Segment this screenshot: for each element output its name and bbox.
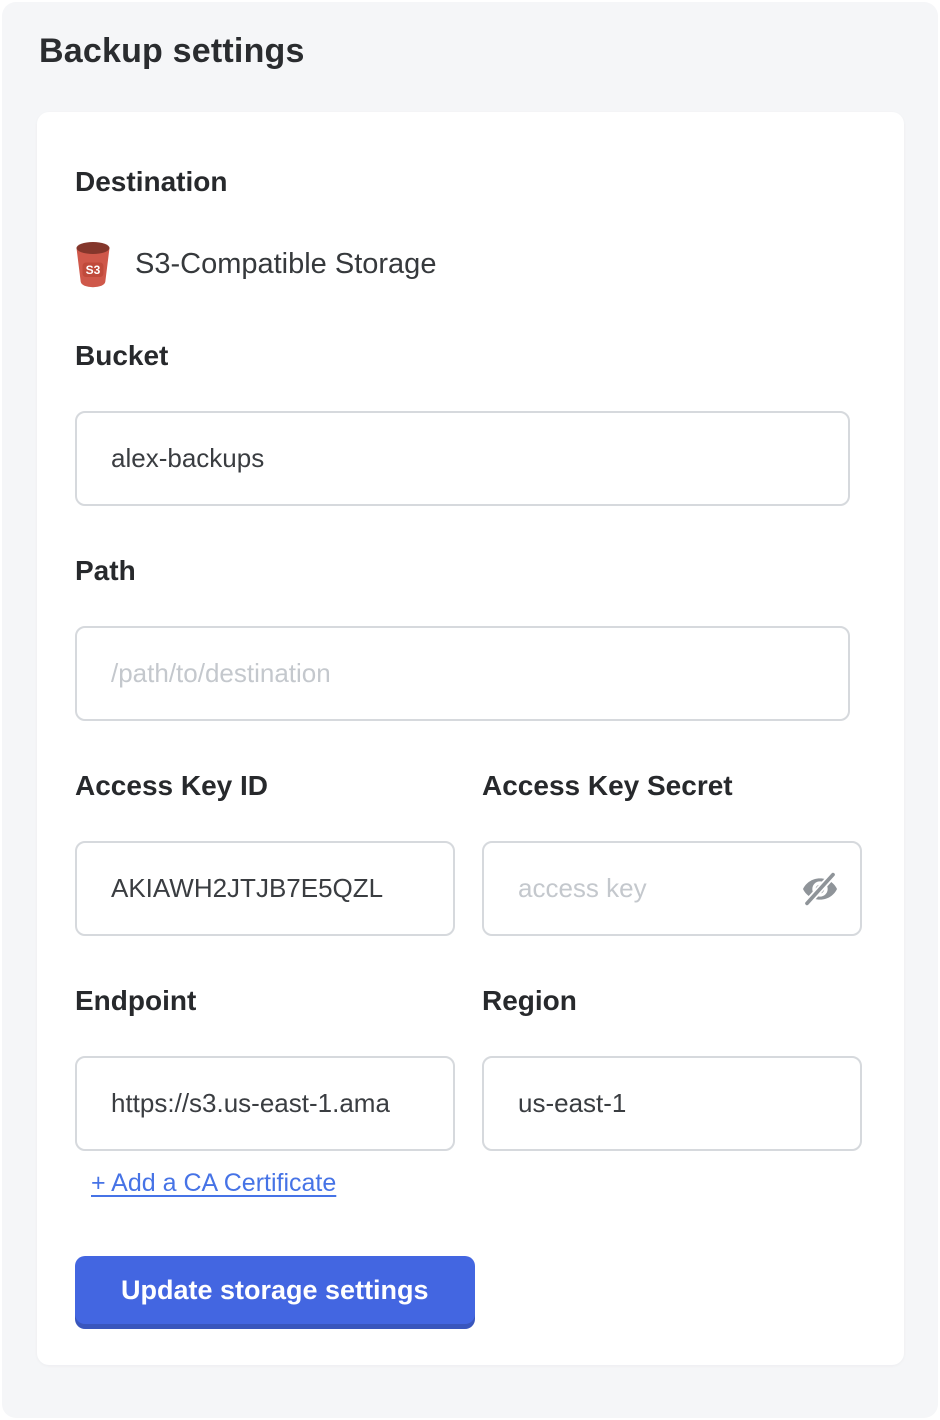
access-key-id-input[interactable] <box>75 841 455 936</box>
update-storage-settings-button[interactable]: Update storage settings <box>75 1256 475 1324</box>
endpoint-input[interactable] <box>75 1056 455 1151</box>
region-input[interactable] <box>482 1056 862 1151</box>
access-key-id-label: Access Key ID <box>75 771 455 801</box>
page-title: Backup settings <box>39 32 305 71</box>
path-input[interactable] <box>75 626 850 721</box>
region-label: Region <box>482 986 862 1016</box>
region-field: Region <box>482 936 862 1151</box>
eye-off-icon[interactable] <box>800 869 840 909</box>
endpoint-region-row: Endpoint Region <box>75 936 862 1151</box>
bucket-input[interactable] <box>75 411 850 506</box>
s3-badge-text: S3 <box>86 263 101 277</box>
access-key-secret-field: Access Key Secret <box>482 721 862 936</box>
destination-value: S3-Compatible Storage <box>135 248 436 281</box>
add-ca-certificate-link[interactable]: + Add a CA Certificate <box>91 1169 336 1198</box>
access-key-secret-label: Access Key Secret <box>482 771 862 801</box>
endpoint-field: Endpoint <box>75 936 455 1151</box>
backup-settings-page: Backup settings Destination S3 S3-Compat… <box>2 2 938 1418</box>
endpoint-label: Endpoint <box>75 986 455 1016</box>
path-label: Path <box>75 556 862 586</box>
backup-settings-card: Destination S3 S3-Compatible Storage Buc… <box>37 112 904 1365</box>
access-key-secret-wrap <box>482 841 862 936</box>
destination-value-row: S3 S3-Compatible Storage <box>75 237 862 291</box>
access-key-id-field: Access Key ID <box>75 721 455 936</box>
bucket-label: Bucket <box>75 341 862 371</box>
s3-bucket-icon: S3 <box>75 241 111 288</box>
destination-label: Destination <box>75 167 862 197</box>
access-keys-row: Access Key ID Access Key Secret <box>75 721 862 936</box>
